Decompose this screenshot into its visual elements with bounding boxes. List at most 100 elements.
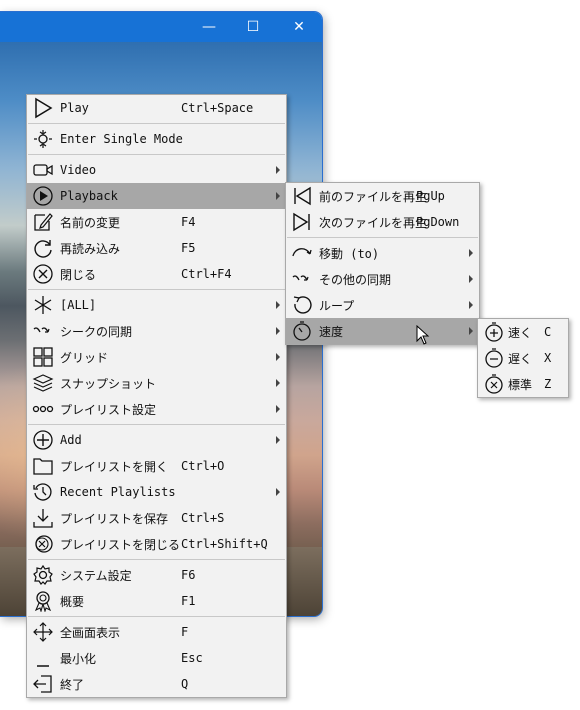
menu-item-faster[interactable]: 速く C: [478, 319, 568, 345]
single-mode-icon: [31, 127, 55, 151]
menu-item-label: 最小化: [60, 651, 97, 666]
slower-icon: [482, 346, 506, 370]
menu-item-shortcut: Z: [544, 377, 552, 391]
submenu-arrow-icon: [276, 379, 280, 387]
menu-item-about[interactable]: 概要 F1: [27, 588, 286, 614]
snapshot-layers-icon: [31, 371, 55, 395]
menu-item-shortcut: PgDown: [416, 215, 460, 229]
menu-separator: [28, 123, 285, 124]
speed-timer-icon: [290, 319, 314, 343]
menu-item-label: その他の同期: [319, 272, 392, 287]
minimize-icon: [31, 646, 55, 670]
menu-item-shortcut: Esc: [181, 651, 203, 665]
menu-item-playback[interactable]: Playback: [27, 183, 286, 209]
menu-item-fullscreen[interactable]: 全画面表示 F: [27, 619, 286, 645]
previous-file-icon: [290, 184, 314, 208]
other-sync-icon: [290, 267, 314, 291]
rename-icon: [31, 210, 55, 234]
menu-item-shortcut: F1: [181, 594, 196, 608]
menu-separator: [28, 154, 285, 155]
close-playlist-icon: [31, 532, 55, 556]
menu-item-shortcut: Ctrl+Space: [181, 101, 254, 115]
menu-item-shortcut: F4: [181, 215, 196, 229]
menu-item-previous-file[interactable]: 前のファイルを再生 PgUp: [286, 183, 479, 209]
menu-item-loop[interactable]: ループ: [286, 292, 479, 318]
menu-item-close[interactable]: 閉じる Ctrl+F4: [27, 261, 286, 287]
menu-item-label: 前のファイルを再生: [319, 189, 428, 204]
playback-submenu: 前のファイルを再生 PgUp 次のファイルを再生 PgDown 移動 (to) …: [285, 182, 480, 345]
menu-item-next-file[interactable]: 次のファイルを再生 PgDown: [286, 209, 479, 235]
exit-icon: [31, 672, 55, 696]
menu-item-rename[interactable]: 名前の変更 F4: [27, 209, 286, 235]
menu-item-other-sync[interactable]: その他の同期: [286, 266, 479, 292]
menu-item-label: プレイリスト設定: [60, 402, 157, 417]
menu-item-label: Enter Single Mode: [60, 132, 183, 146]
menu-item-add[interactable]: Add: [27, 427, 286, 453]
menu-item-label: スナップショット: [60, 376, 157, 391]
submenu-arrow-icon: [276, 301, 280, 309]
menu-item-label: 移動 (to): [319, 246, 380, 261]
close-circle-icon: [31, 262, 55, 286]
grid-icon: [31, 345, 55, 369]
reload-icon: [31, 236, 55, 260]
menu-item-label: 速度: [319, 324, 344, 339]
menu-item-label: 名前の変更: [60, 215, 121, 230]
playback-circle-icon: [31, 184, 55, 208]
menu-item-shortcut: F5: [181, 241, 196, 255]
menu-item-reload[interactable]: 再読み込み F5: [27, 235, 286, 261]
menu-item-label: 標準: [508, 377, 533, 392]
menu-item-video[interactable]: Video: [27, 157, 286, 183]
menu-item-enter-single-mode[interactable]: Enter Single Mode: [27, 126, 286, 152]
menu-item-label: 次のファイルを再生: [319, 215, 428, 230]
menu-item-system-settings[interactable]: システム設定 F6: [27, 562, 286, 588]
menu-item-save-playlist[interactable]: プレイリストを保存 Ctrl+S: [27, 505, 286, 531]
gear-icon: [31, 563, 55, 587]
menu-item-exit[interactable]: 終了 Q: [27, 671, 286, 697]
playlist-settings-icon: [31, 397, 55, 421]
add-circle-icon: [31, 428, 55, 452]
minimize-button[interactable]: —: [186, 12, 232, 42]
maximize-button[interactable]: ☐: [230, 12, 276, 42]
menu-item-playlist-settings[interactable]: プレイリスト設定: [27, 396, 286, 422]
submenu-arrow-icon: [469, 249, 473, 257]
menu-item-snapshot[interactable]: スナップショット: [27, 370, 286, 396]
submenu-arrow-icon: [469, 275, 473, 283]
maximize-window-icon: ☐: [246, 19, 260, 35]
menu-item-shortcut: C: [544, 325, 552, 339]
loop-icon: [290, 293, 314, 317]
menu-item-shortcut: F: [181, 625, 189, 639]
menu-item-shortcut: Ctrl+F4: [181, 267, 232, 281]
menu-item-label: プレイリストを開く: [60, 459, 169, 474]
menu-item-grid[interactable]: グリッド: [27, 344, 286, 370]
menu-item-recent-playlists[interactable]: Recent Playlists: [27, 479, 286, 505]
menu-item-label: 速く: [508, 325, 533, 340]
menu-item-label: 再読み込み: [60, 241, 121, 256]
menu-item-speed[interactable]: 速度: [286, 318, 479, 344]
menu-separator: [28, 559, 285, 560]
menu-item-label: シークの同期: [60, 324, 133, 339]
submenu-arrow-icon: [276, 488, 280, 496]
menu-item-label: グリッド: [60, 350, 109, 365]
context-menu: Play Ctrl+Space Enter Single Mode Video …: [26, 94, 287, 698]
menu-item-shortcut: X: [544, 351, 552, 365]
menu-separator: [28, 616, 285, 617]
submenu-arrow-icon: [276, 353, 280, 361]
menu-item-play[interactable]: Play Ctrl+Space: [27, 95, 286, 121]
title-bar[interactable]: — ☐ ✕: [0, 12, 322, 42]
menu-item-minimize[interactable]: 最小化 Esc: [27, 645, 286, 671]
submenu-arrow-icon: [276, 166, 280, 174]
menu-item-open-playlist[interactable]: プレイリストを開く Ctrl+O: [27, 453, 286, 479]
menu-item-slower[interactable]: 遅く X: [478, 345, 568, 371]
menu-separator: [28, 289, 285, 290]
menu-item-all[interactable]: [ALL]: [27, 292, 286, 318]
submenu-arrow-icon: [276, 192, 280, 200]
menu-item-label: Playback: [60, 189, 118, 203]
menu-item-move-to[interactable]: 移動 (to): [286, 240, 479, 266]
menu-item-label: プレイリストを保存: [60, 511, 169, 526]
menu-item-normal-speed[interactable]: 標準 Z: [478, 371, 568, 397]
close-window-button[interactable]: ✕: [276, 12, 322, 42]
menu-item-close-playlist[interactable]: プレイリストを閉じる Ctrl+Shift+Q: [27, 531, 286, 557]
fullscreen-arrows-icon: [31, 620, 55, 644]
save-download-icon: [31, 506, 55, 530]
menu-item-seek-sync[interactable]: シークの同期: [27, 318, 286, 344]
